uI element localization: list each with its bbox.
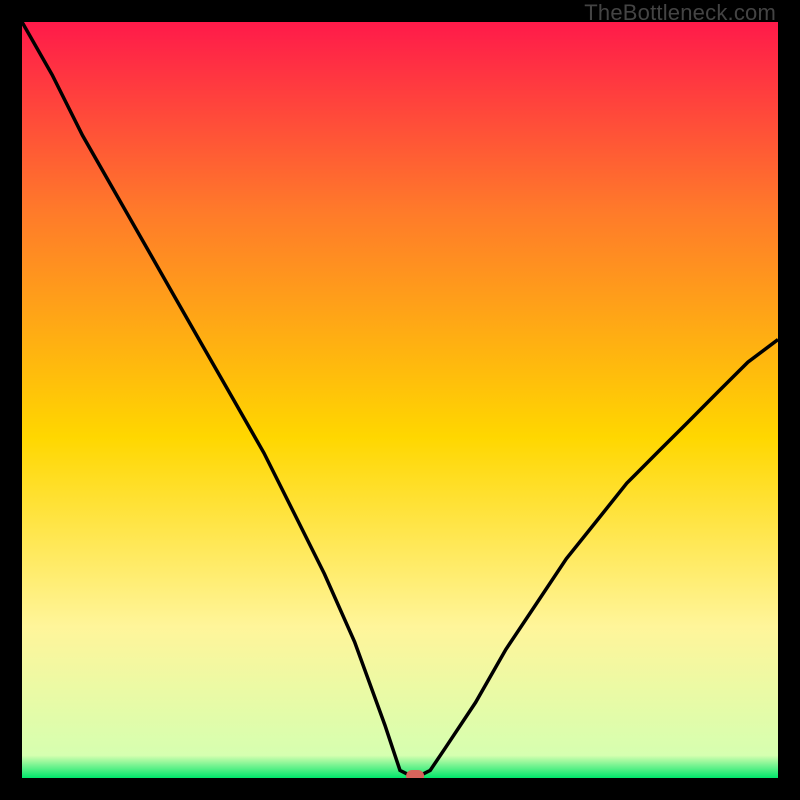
bottleneck-chart xyxy=(22,22,778,778)
chart-background xyxy=(22,22,778,778)
chart-frame xyxy=(22,22,778,778)
optimal-point-marker xyxy=(406,770,424,778)
watermark-text: TheBottleneck.com xyxy=(584,0,776,26)
